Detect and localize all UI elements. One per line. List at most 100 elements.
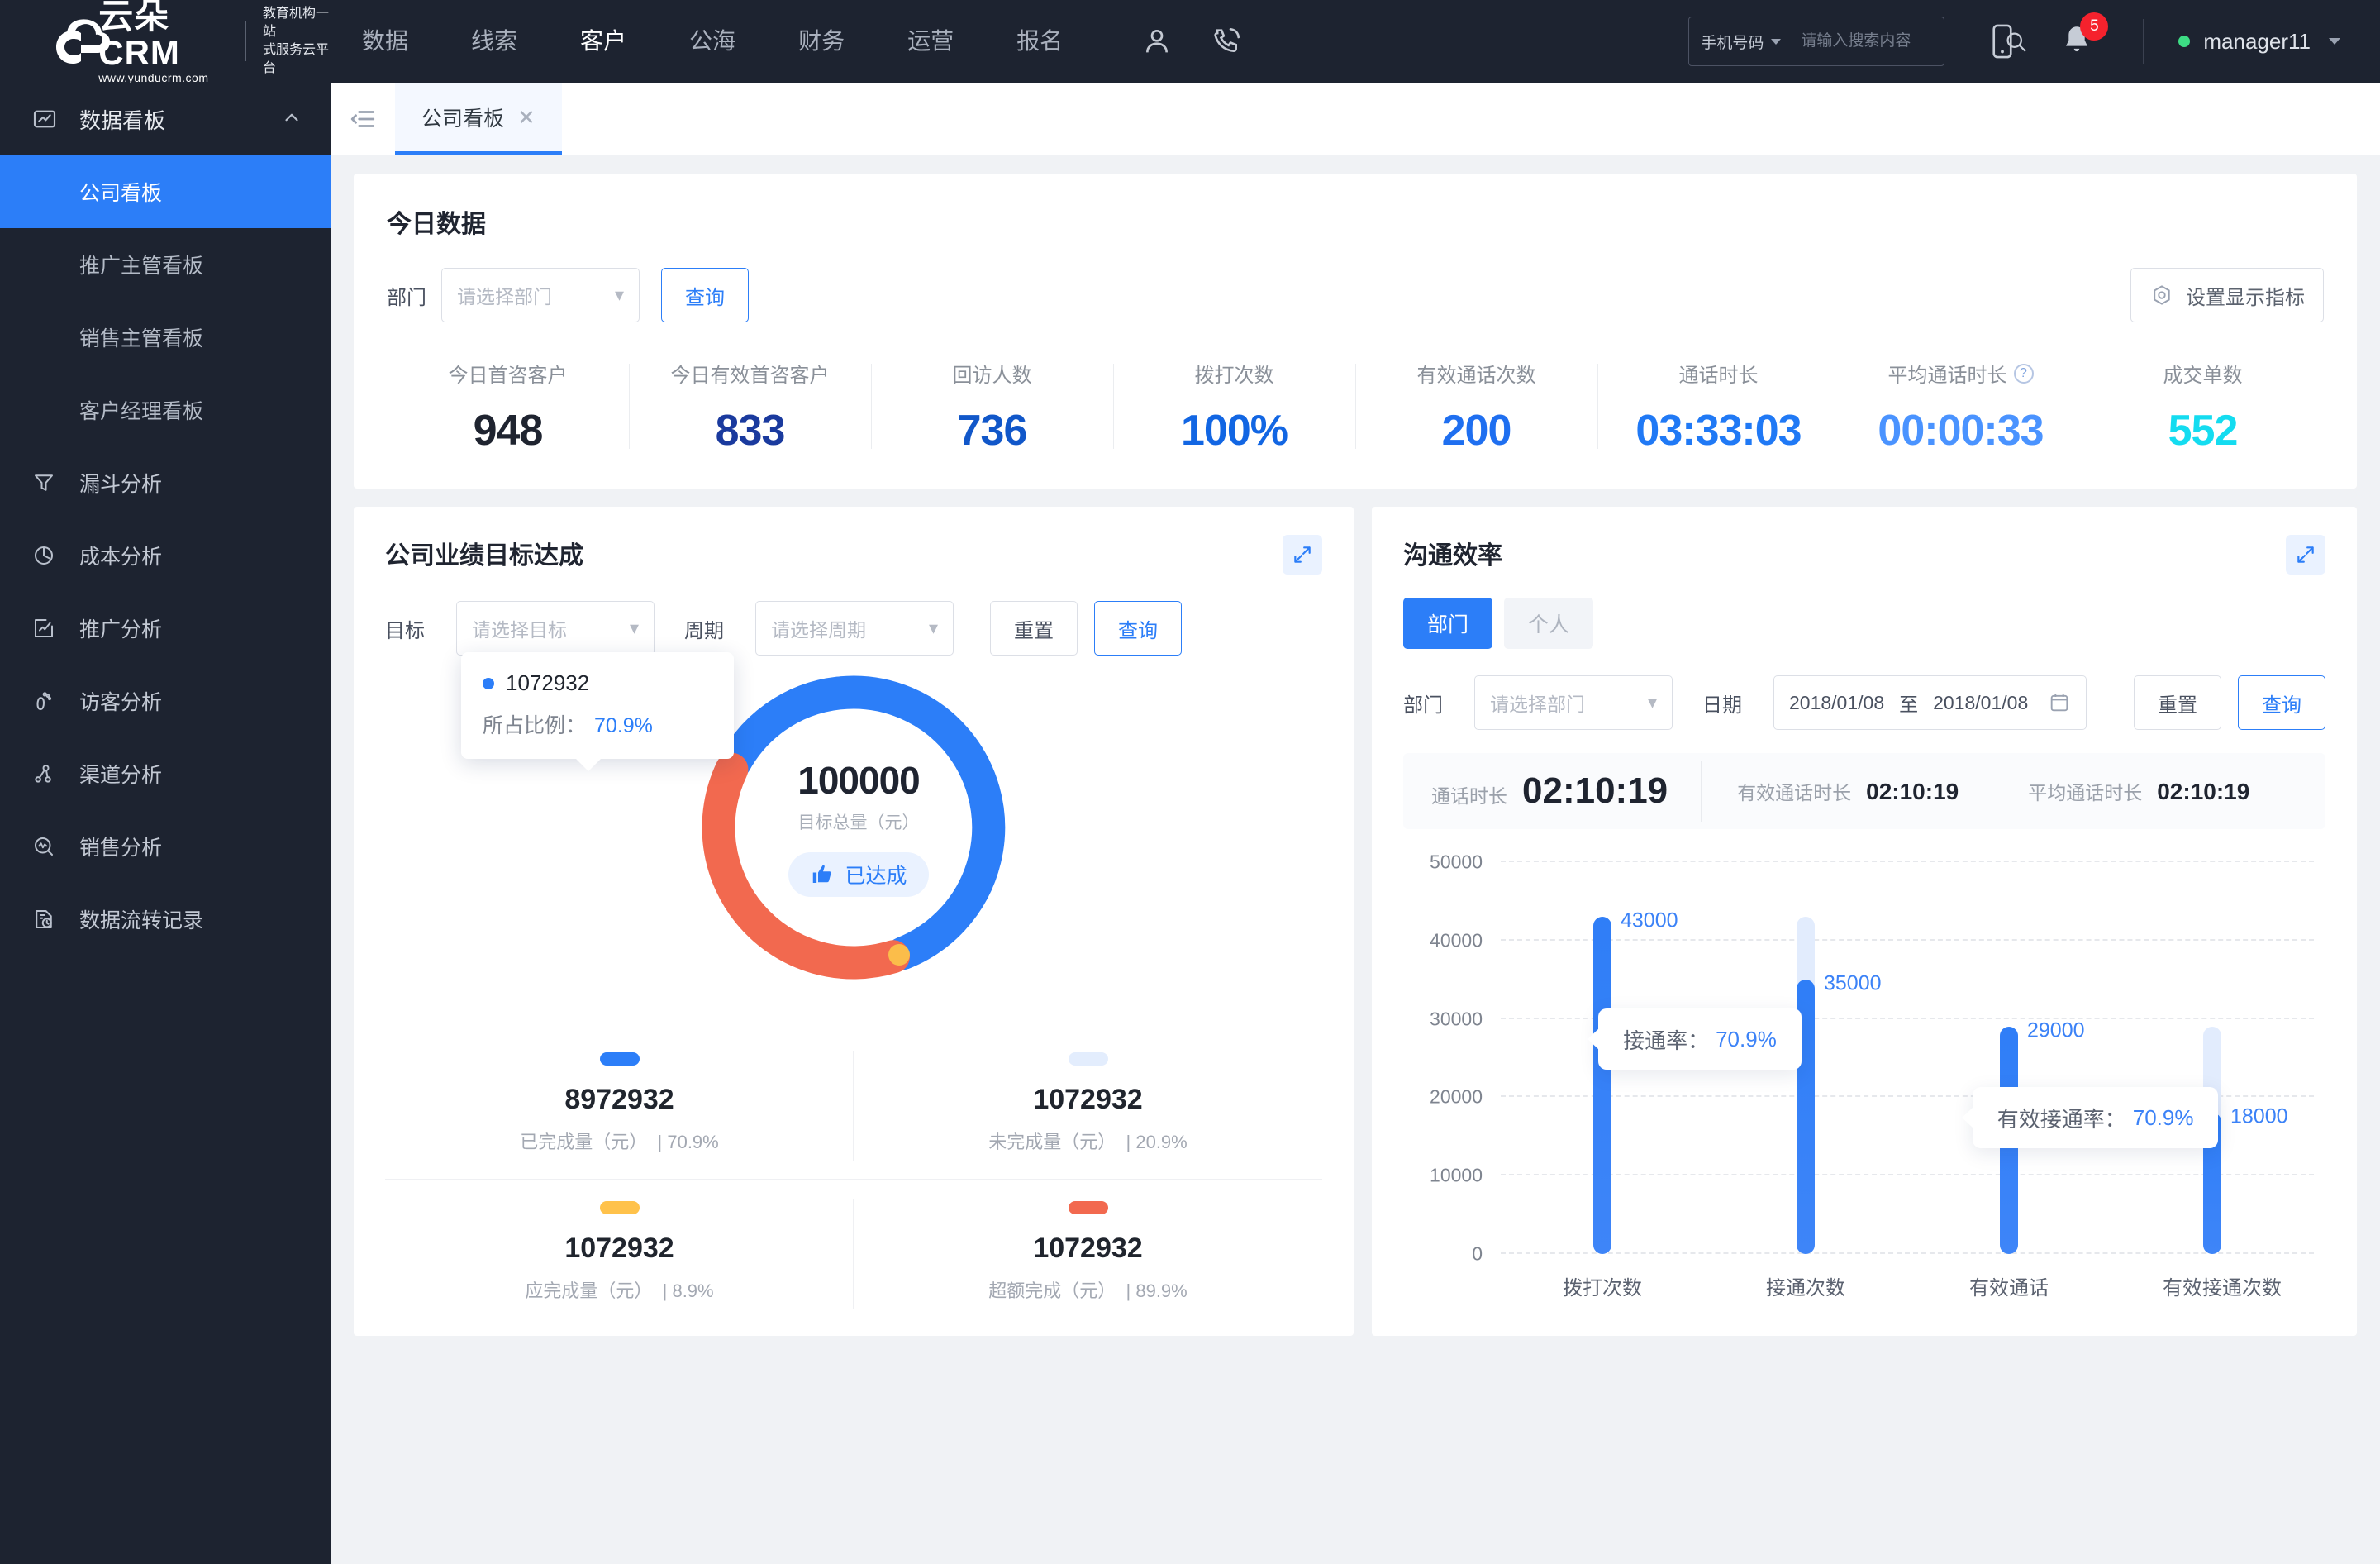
kpi-value: 03:33:03 [1635,407,1802,455]
period-select[interactable]: 请选择周期 ▾ [755,601,954,656]
nav-item-baoming[interactable]: 报名 [985,0,1094,83]
legend-color-swatch [599,1052,640,1066]
sidebar-item-channel-analysis[interactable]: 渠道分析 [0,737,331,810]
nav-item-xiansuo[interactable]: 线索 [440,0,549,83]
sidebar-item-label: 渠道分析 [79,764,163,787]
sidebar-item-label: 成本分析 [79,546,163,569]
sidebar: 数据看板 公司看板 推广主管看板 销售主管看板 客户经理看板 漏斗分析 成本分析… [0,83,331,1564]
comm-query-button[interactable]: 查询 [2238,675,2325,730]
kpi-avg-call-duration: 平均通话时长 ? 00:00:33 [1840,359,2082,455]
settings-indicators-button[interactable]: 设置显示指标 [2130,268,2324,322]
legend-color-swatch [1068,1201,1108,1214]
kpi-valid-call-count: 有效通话次数 200 [1355,359,1597,455]
chart-bar-column[interactable]: 18000 有效接通次数 [2163,862,2288,1299]
duration-average: 平均通话时长 02:10:19 [1992,761,2282,822]
sidebar-item-visitor-analysis[interactable]: 访客分析 [0,665,331,737]
search-input[interactable] [1801,32,2004,50]
search-type-label: 手机号码 [1701,34,1764,52]
expand-icon[interactable] [2286,535,2325,575]
chart-annotation-tooltip: 接通率： 70.9% [1598,1008,1802,1070]
legend-sub: 已完成量（元） | 70.9% [520,1132,719,1152]
date-range-input[interactable]: 2018/01/08 至 2018/01/08 [1773,675,2087,730]
funnel-icon [31,470,68,495]
today-query-button[interactable]: 查询 [661,268,749,322]
calendar-icon[interactable] [2048,691,2071,714]
chart-bar-column[interactable]: 29000 有效通话 [1959,862,2085,1299]
sidebar-item-promotion-analysis[interactable]: 推广分析 [0,592,331,665]
sidebar-item-cost-analysis[interactable]: 成本分析 [0,519,331,592]
collapse-menu-icon[interactable] [331,83,395,155]
goal-query-button[interactable]: 查询 [1094,601,1182,656]
sidebar-item-funnel-analysis[interactable]: 漏斗分析 [0,446,331,519]
sidebar-item-account-manager-board[interactable]: 客户经理看板 [0,374,331,446]
sidebar-item-sales-analysis[interactable]: 销售分析 [0,810,331,883]
notifications-bell-icon[interactable]: 5 [2060,12,2109,59]
sidebar-item-sales-manager-board[interactable]: 销售主管看板 [0,301,331,374]
brand-tagline-line1: 教育机构一站 [262,7,329,39]
legend-color-swatch [1068,1052,1108,1066]
goal-label: 目标 [385,619,425,642]
expand-icon[interactable] [1283,535,1322,575]
chevron-down-icon [1771,38,1782,45]
close-icon[interactable]: ✕ [517,107,536,128]
y-axis-tick-label: 10000 [1430,1164,1483,1186]
y-axis-tick-label: 0 [1472,1242,1483,1265]
date-separator: 至 [1899,694,1919,715]
sidebar-item-label: 漏斗分析 [79,473,163,496]
tab-department[interactable]: 部门 [1403,598,1492,649]
donut-center-labels: 100000 目标总量（元） 已达成 [697,670,1011,985]
doc-clock-icon [31,907,68,932]
legend-item-overachieved: 1072932 超额完成（元） | 89.9% [854,1180,1322,1328]
dept-select[interactable]: 请选择部门 ▾ [441,268,640,322]
goal-panel-title: 公司业绩目标达成 [385,542,583,570]
gear-icon [2149,283,2174,308]
nav-item-shuju[interactable]: 数据 [331,0,440,83]
tab-bar: 公司看板 ✕ [331,83,2380,155]
nav-item-kehu[interactable]: 客户 [549,0,658,83]
goal-reset-button[interactable]: 重置 [990,601,1078,656]
chart-annotation-label: 接通率： [1623,1028,1710,1053]
chevron-down-icon [2329,38,2340,45]
dashboard-icon [31,106,68,132]
goal-select-value: 请选择目标 [472,619,567,641]
goal-select[interactable]: 请选择目标 ▾ [456,601,654,656]
x-axis-tick-label: 有效通话 [1969,1277,2049,1299]
nav-item-caiwu[interactable]: 财务 [767,0,876,83]
duration-value: 02:10:19 [2157,779,2250,804]
sidebar-item-company-board[interactable]: 公司看板 [0,155,331,228]
sidebar-group-dashboard[interactable]: 数据看板 [0,83,331,155]
communication-efficiency-panel: 沟通效率 部门 个人 部门 请选择部门 ▾ 日期 2018/01/08 至 20… [1372,507,2357,1336]
search-type-select[interactable]: 手机号码 [1701,31,1782,53]
user-name: manager11 [2203,28,2311,54]
tab-company-board[interactable]: 公司看板 ✕ [395,83,562,155]
comm-dept-select[interactable]: 请选择部门 ▾ [1474,675,1673,730]
comm-reset-button[interactable]: 重置 [2134,675,2221,730]
settings-indicators-label: 设置显示指标 [2186,286,2305,309]
help-icon[interactable]: ? [2013,363,2034,384]
comm-dept-select-value: 请选择部门 [1490,694,1585,715]
pulse-search-icon [31,834,68,859]
legend-pct: 20.9% [1135,1132,1188,1152]
duration-value: 02:10:19 [1522,770,1668,811]
donut-total-label: 目标总量（元） [797,813,920,832]
brand-logo[interactable]: 云朵CRM www.yunducrm.com 教育机构一站 式服务云平台 [0,0,331,84]
sidebar-item-data-flow-record[interactable]: 数据流转记录 [0,883,331,956]
user-menu[interactable]: manager11 [2178,29,2340,55]
mobile-app-icon[interactable] [1987,23,2017,60]
logo-divider [245,21,246,61]
sidebar-item-promo-manager-board[interactable]: 推广主管看板 [0,228,331,301]
tab-personal[interactable]: 个人 [1504,598,1593,649]
legend-label: 未完成量（元） [988,1132,1116,1152]
global-search[interactable]: 手机号码 [1688,17,2026,66]
period-select-value: 请选择周期 [771,619,866,641]
nav-item-gonghai[interactable]: 公海 [658,0,767,83]
nav-item-yunying[interactable]: 运营 [876,0,985,83]
phone-call-icon[interactable] [1210,25,1243,58]
duration-valid: 有效通话时长 02:10:19 [1701,761,1992,822]
user-icon[interactable] [1140,25,1173,58]
legend-dot-icon [483,677,494,689]
date-to: 2018/01/08 [1933,691,2029,713]
communication-bar-chart: 0 10000 20000 30000 40000 50000 43000 拨打次数 35000… [1403,847,2325,1310]
goal-donut-chart: 1072932 所占比例： 70.9% 100000 目标总量（元） 已达成 [385,652,1322,1026]
chart-annotation-value: 70.9% [1716,1026,1777,1051]
